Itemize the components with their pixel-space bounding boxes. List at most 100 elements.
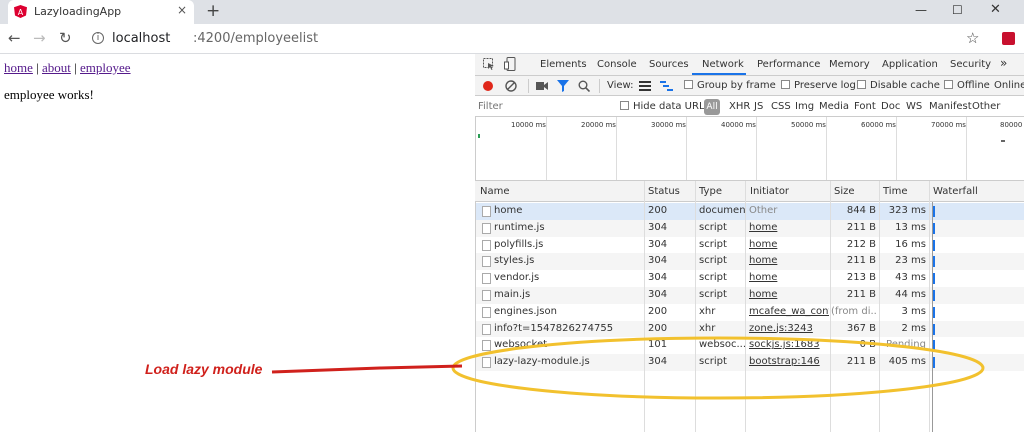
angular-favicon-icon: A	[14, 5, 27, 18]
checkbox-box[interactable]	[857, 80, 866, 89]
checkbox-box[interactable]	[944, 80, 953, 89]
cell-type: websoc...	[699, 339, 745, 351]
table-row[interactable]: home 200 document Other 844 B 323 ms	[476, 203, 1024, 220]
device-toolbar-icon[interactable]	[504, 57, 516, 71]
tab-title: LazyloadingApp	[34, 5, 122, 18]
table-row[interactable]: runtime.js 304 script home 211 B 13 ms	[476, 219, 1024, 237]
column-type[interactable]: Type	[699, 186, 722, 197]
tab-memory[interactable]: Memory	[829, 59, 870, 70]
table-row[interactable]: vendor.js 304 script home 213 B 43 ms	[476, 270, 1024, 288]
more-tabs-icon[interactable]: »	[1000, 56, 1007, 70]
cell-time: 405 ms	[888, 356, 926, 368]
disable-cache-checkbox[interactable]: Disable cache	[857, 80, 940, 91]
filter-xhr[interactable]: XHR	[729, 101, 750, 112]
column-name[interactable]: Name	[480, 186, 510, 197]
cell-size: 212 B	[846, 238, 876, 250]
filter-ws[interactable]: WS	[906, 101, 922, 112]
nav-link-home[interactable]: home	[4, 60, 33, 75]
table-row[interactable]: main.js 304 script home 211 B 44 ms	[476, 287, 1024, 304]
site-info-icon[interactable]: i	[92, 32, 104, 44]
back-icon[interactable]: ←	[8, 29, 21, 47]
cell-initiator[interactable]: bootstrap:146	[749, 356, 829, 367]
cell-initiator[interactable]: home	[749, 239, 829, 250]
tab-close-icon[interactable]: ×	[177, 3, 187, 17]
forward-icon[interactable]: →	[33, 29, 46, 47]
filter-manifest[interactable]: Manifest	[929, 101, 972, 112]
checkbox-box[interactable]	[620, 101, 629, 110]
filter-img[interactable]: Img	[795, 101, 814, 112]
offline-label: Offline	[957, 80, 990, 91]
cell-initiator[interactable]: home	[749, 255, 829, 266]
group-by-frame-checkbox[interactable]: Group by frame	[684, 80, 776, 91]
filter-font[interactable]: Font	[854, 101, 876, 112]
column-time[interactable]: Time	[883, 186, 907, 197]
large-rows-icon[interactable]	[639, 81, 651, 91]
table-row[interactable]: polyfills.js 304 script home 212 B 16 ms	[476, 236, 1024, 254]
screenshot-camera-icon[interactable]	[536, 81, 548, 91]
cell-initiator[interactable]: sockjs.js:1683	[749, 339, 829, 350]
cell-status: 304	[648, 356, 668, 368]
tab-application[interactable]: Application	[882, 59, 938, 70]
checkbox-box[interactable]	[684, 80, 693, 89]
nav-link-about[interactable]: about	[42, 60, 71, 75]
table-row[interactable]: engines.json 200 xhr mcafee_wa_cont...(from…	[476, 303, 1024, 321]
column-waterfall[interactable]: Waterfall	[933, 186, 978, 197]
tab-security[interactable]: Security	[950, 59, 991, 70]
hide-data-urls-checkbox[interactable]: Hide data URLs	[620, 101, 710, 112]
filter-all-button[interactable]: All	[704, 99, 720, 115]
preserve-log-checkbox[interactable]: Preserve log	[781, 80, 856, 91]
cell-initiator[interactable]: home	[749, 222, 829, 233]
minimize-icon[interactable]: —	[915, 3, 927, 17]
waterfall-marker-line	[932, 202, 933, 432]
column-separator	[879, 181, 880, 432]
cell-initiator[interactable]: mcafee_wa_cont...	[749, 306, 829, 317]
tab-sources[interactable]: Sources	[649, 59, 689, 70]
table-row[interactable]: lazy-lazy-module.js 304 script bootstrap:14…	[476, 354, 1024, 372]
column-separator	[830, 181, 831, 432]
file-icon	[482, 222, 491, 234]
disable-cache-label: Disable cache	[870, 80, 940, 91]
column-initiator[interactable]: Initiator	[750, 186, 789, 197]
filter-other[interactable]: Other	[972, 101, 1000, 112]
filter-doc[interactable]: Doc	[881, 101, 900, 112]
tab-console[interactable]: Console	[597, 59, 637, 70]
waterfall-overview-icon[interactable]	[660, 81, 673, 91]
file-icon	[482, 239, 491, 251]
search-icon[interactable]	[578, 80, 590, 92]
filter-media[interactable]: Media	[819, 101, 849, 112]
checkbox-box[interactable]	[781, 80, 790, 89]
cell-name: home	[494, 205, 523, 216]
filter-input[interactable]	[478, 99, 608, 114]
tab-network[interactable]: Network	[702, 59, 744, 70]
throttling-select[interactable]: Online	[994, 80, 1024, 91]
filter-funnel-icon[interactable]	[557, 80, 569, 92]
filter-js[interactable]: JS	[754, 101, 763, 112]
table-row[interactable]: info?t=1547826274755 200 xhr zone.js:3243 36…	[476, 320, 1024, 338]
cell-initiator[interactable]: zone.js:3243	[749, 323, 829, 334]
tab-performance[interactable]: Performance	[757, 59, 820, 70]
waterfall-bar	[933, 239, 935, 251]
inspect-element-icon[interactable]	[483, 58, 495, 70]
record-icon[interactable]	[483, 81, 493, 91]
cell-status: 304	[648, 238, 668, 250]
table-row[interactable]: styles.js 304 script home 211 B 23 ms	[476, 253, 1024, 271]
table-row[interactable]: websocket 101 websoc... sockjs.js:1683 0 B Pe…	[476, 337, 1024, 355]
filter-css[interactable]: CSS	[771, 101, 791, 112]
column-size[interactable]: Size	[834, 186, 855, 197]
nav-link-employee[interactable]: employee	[80, 60, 131, 75]
waterfall-bar	[933, 273, 935, 285]
maximize-icon[interactable]: ☐	[952, 3, 963, 17]
tab-elements[interactable]: Elements	[540, 59, 587, 70]
new-tab-button[interactable]: +	[206, 1, 220, 21]
clear-icon[interactable]	[505, 80, 517, 92]
window-close-icon[interactable]: ✕	[990, 2, 1001, 17]
offline-checkbox[interactable]: Offline	[944, 80, 990, 91]
cell-status: 101	[648, 339, 668, 351]
column-status[interactable]: Status	[648, 186, 680, 197]
cell-initiator[interactable]: home	[749, 289, 829, 300]
overview-gridline	[966, 117, 967, 180]
bookmark-star-icon[interactable]: ☆	[966, 29, 979, 47]
reload-icon[interactable]: ↻	[59, 29, 72, 47]
mcafee-extension-icon[interactable]	[1002, 32, 1015, 45]
cell-initiator[interactable]: home	[749, 272, 829, 283]
